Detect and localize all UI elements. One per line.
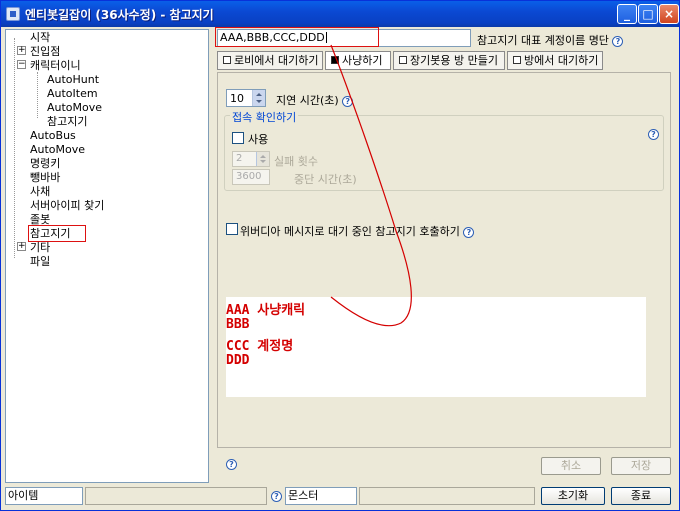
- help-icon[interactable]: ?: [648, 129, 659, 140]
- account-annotation-box: [215, 27, 379, 47]
- tree-item-server-ip[interactable]: 서버아이피 찾기: [30, 199, 104, 212]
- monster-field[interactable]: 몬스터: [285, 487, 357, 505]
- spin-up-icon: [256, 93, 262, 96]
- tree-expand-icon[interactable]: +: [17, 46, 26, 55]
- cancel-button[interactable]: 취소: [541, 457, 601, 475]
- help-icon[interactable]: ?: [612, 36, 624, 47]
- tab-make-room[interactable]: 장기봇용 방 만들기: [393, 51, 505, 70]
- tree-expand-icon[interactable]: +: [17, 242, 26, 251]
- item-field[interactable]: 아이템: [5, 487, 83, 505]
- tree-item-helper-sub[interactable]: 참고지기: [47, 115, 87, 128]
- note-line: BBB: [226, 317, 250, 332]
- minimize-button[interactable]: _: [617, 4, 637, 24]
- close-button[interactable]: ×: [659, 4, 679, 24]
- stop-time-label: 중단 시간(초): [294, 173, 357, 186]
- main-window: 엔티봇길잡이 (36사수정) - 참고지기 _ □ × 시작 + 진입점 − 캐…: [0, 0, 680, 511]
- note-line: CCC 계정명: [226, 339, 294, 354]
- tab-checkbox-icon: [399, 56, 407, 64]
- maximize-icon: □: [642, 7, 654, 21]
- tree-item-entry[interactable]: 진입점: [30, 45, 60, 58]
- quit-button[interactable]: 종료: [611, 487, 671, 505]
- nav-tree[interactable]: 시작 + 진입점 − 캐릭터이니 AutoHunt AutoItem AutoM…: [5, 29, 209, 483]
- use-checkbox[interactable]: [232, 132, 244, 144]
- fail-count-input[interactable]: 2: [232, 151, 270, 167]
- tab-hunting[interactable]: 사냥하기: [325, 51, 391, 70]
- account-list-label: 참고지기 대표 계정이름 명단 ?: [477, 32, 624, 48]
- maximize-button[interactable]: □: [638, 4, 658, 24]
- note-line: DDD: [226, 353, 250, 368]
- annotation-notes: AAA 사냥캐릭 BBB CCC 계정명 DDD: [226, 297, 646, 397]
- title-bar[interactable]: 엔티봇길잡이 (36사수정) - 참고지기 _ □ ×: [1, 1, 679, 27]
- close-icon: ×: [663, 7, 675, 21]
- app-icon: [6, 7, 20, 21]
- tab-content: 10 지연 시간(초) ? 접속 확인하기 사용 ? 2 실패 횟수 3600 …: [217, 72, 671, 470]
- help-icon[interactable]: ?: [463, 227, 475, 238]
- reset-button[interactable]: 초기화: [541, 487, 605, 505]
- window-title: 엔티봇길잡이 (36사수정) - 참고지기: [25, 8, 214, 22]
- tree-item-character[interactable]: 캐릭터이니: [30, 59, 81, 72]
- fail-count-spinner[interactable]: [256, 152, 269, 166]
- item-status: [85, 487, 267, 505]
- tab-checkbox-icon: [331, 56, 339, 64]
- tab-lobby-wait[interactable]: 로비에서 대기하기: [217, 51, 323, 70]
- tab-room-wait[interactable]: 방에서 대기하기: [507, 51, 603, 70]
- tree-item-automove[interactable]: AutoMove: [30, 143, 85, 156]
- tree-item-autohunt[interactable]: AutoHunt: [47, 73, 99, 86]
- tree-item-bbb[interactable]: 뺑바바: [30, 171, 60, 184]
- tree-item-automove-sub[interactable]: AutoMove: [47, 101, 102, 114]
- settings-panel: AAA,BBB,CCC,DDD 참고지기 대표 계정이름 명단 ? 로비에서 대…: [215, 27, 677, 483]
- tab-checkbox-icon: [513, 56, 521, 64]
- tree-item-etc[interactable]: 기타: [30, 241, 50, 254]
- tree-item-loan[interactable]: 사채: [30, 185, 50, 198]
- use-label: 사용: [248, 133, 269, 146]
- help-icon[interactable]: ?: [342, 96, 354, 107]
- stop-time-input[interactable]: 3600: [232, 169, 270, 185]
- spin-down-icon: [256, 100, 262, 103]
- tree-item-autoitem[interactable]: AutoItem: [47, 87, 98, 100]
- help-icon[interactable]: ?: [271, 491, 282, 502]
- wib-call-label: 위버디아 메시지로 대기 중인 참고지기 호출하기 ?: [240, 223, 475, 239]
- help-icon[interactable]: ?: [226, 459, 237, 470]
- tree-item-command-key[interactable]: 명령키: [30, 157, 60, 170]
- tree-collapse-icon[interactable]: −: [17, 60, 26, 69]
- monster-status: [359, 487, 535, 505]
- delay-label: 지연 시간(초) ?: [276, 92, 354, 108]
- tree-item-file[interactable]: 파일: [30, 255, 50, 268]
- delay-spinner[interactable]: [252, 90, 265, 106]
- connect-check-title: 접속 확인하기: [230, 109, 299, 125]
- tree-selection-highlight: [28, 225, 86, 242]
- tree-item-autobus[interactable]: AutoBus: [30, 129, 76, 142]
- minimize-icon: _: [624, 7, 630, 21]
- fail-count-label: 실패 횟수: [274, 155, 318, 168]
- tree-item-start[interactable]: 시작: [30, 31, 50, 44]
- delay-input[interactable]: 10: [226, 89, 266, 107]
- save-button[interactable]: 저장: [611, 457, 671, 475]
- status-bar: 아이템 ? 몬스터 초기화 종료: [5, 487, 677, 507]
- wib-checkbox[interactable]: [226, 223, 238, 235]
- note-line: AAA 사냥캐릭: [226, 303, 306, 318]
- tab-checkbox-icon: [223, 56, 231, 64]
